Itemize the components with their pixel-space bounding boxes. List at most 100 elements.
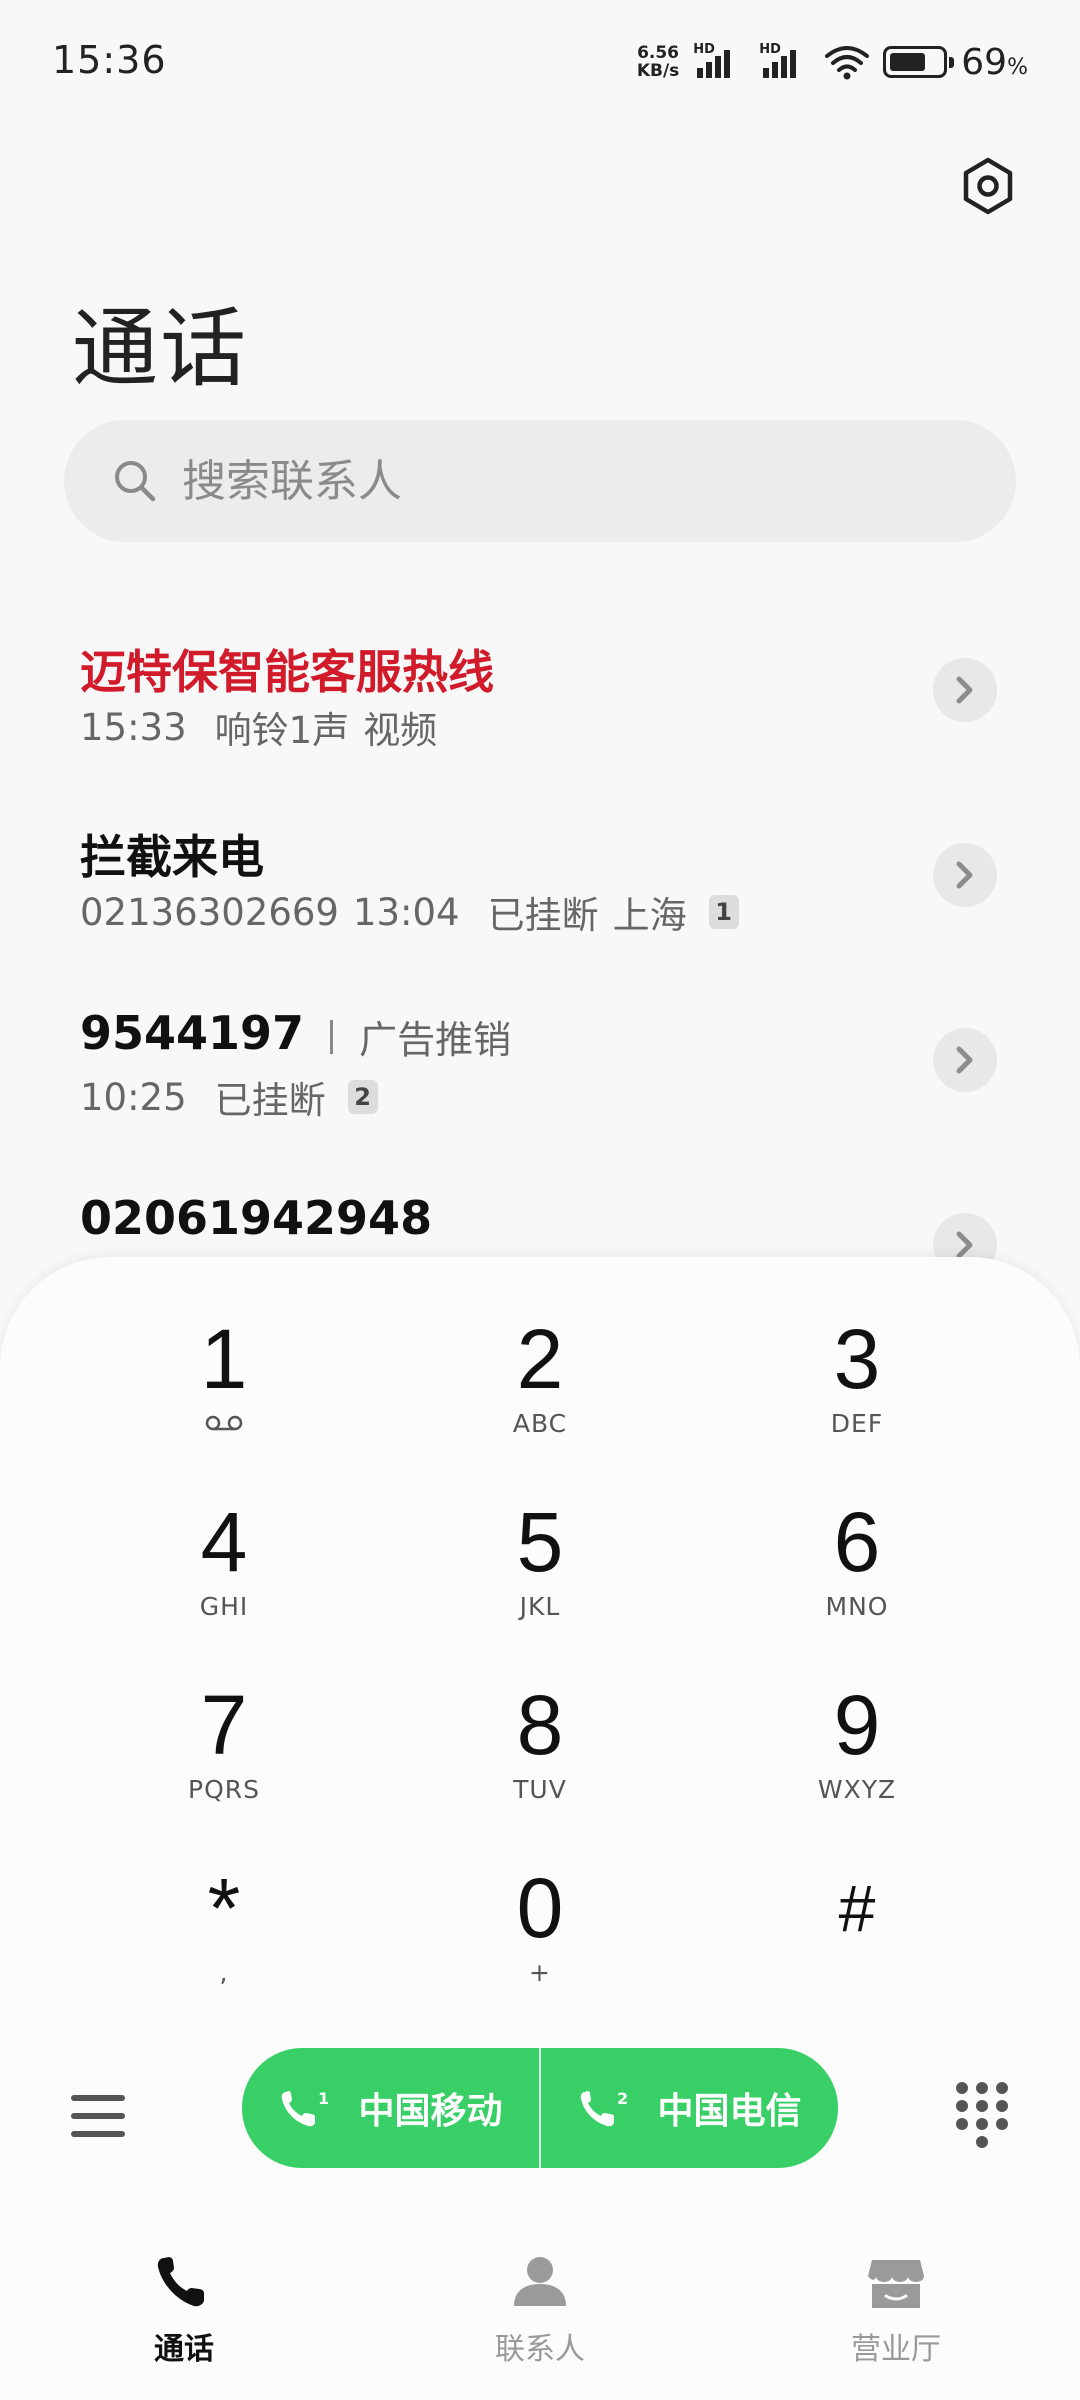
- call-time: 10:25: [80, 1075, 187, 1119]
- status-bar: 15:36 6.56 KB/s HD HD 69%: [0, 0, 1080, 120]
- key-digit: 7: [200, 1678, 248, 1772]
- signal-sim1-icon: HD: [693, 42, 745, 82]
- battery-percent: 69%: [961, 41, 1028, 83]
- chevron-right-icon: [956, 676, 973, 704]
- settings-button[interactable]: [950, 148, 1026, 224]
- key-digit: *: [207, 1861, 241, 1955]
- call-detail-button[interactable]: [933, 843, 997, 907]
- call-location: 上海: [612, 894, 687, 937]
- network-speed: 6.56 KB/s: [637, 44, 679, 80]
- dialpad-key-6[interactable]: 6 MNO: [707, 1468, 1007, 1621]
- call-log-list: 迈特保智能客服热线 15:33 响铃1声 视频 拦截来电 02136302669…: [0, 600, 1080, 1260]
- key-letters: ABC: [512, 1409, 568, 1438]
- key-letters: WXYZ: [817, 1775, 897, 1804]
- dialpad-key-star[interactable]: * ,: [74, 1834, 374, 1987]
- call-name: 迈特保智能客服热线: [80, 645, 494, 699]
- call-log-item[interactable]: 迈特保智能客服热线 15:33 响铃1声 视频: [0, 600, 1080, 785]
- dialpad-key-8[interactable]: 8 TUV: [390, 1651, 690, 1804]
- key-letters: JKL: [519, 1592, 561, 1621]
- dialpad-key-4[interactable]: 4 GHI: [74, 1468, 374, 1621]
- phone-sim1-icon: 1: [282, 2089, 330, 2127]
- key-letters: +: [529, 1958, 551, 1987]
- dialpad-key-hash[interactable]: #: [707, 1834, 1007, 1984]
- keypad-toggle-icon[interactable]: [954, 2080, 1010, 2150]
- call-status: 响铃1声: [214, 709, 350, 752]
- status-icons: 6.56 KB/s HD HD 69%: [637, 40, 1028, 84]
- nav-contacts[interactable]: 联系人: [440, 2250, 640, 2368]
- call-button-group: 1 中国移动 2 中国电信: [242, 2048, 838, 2168]
- call-count-badge: 1: [708, 895, 739, 929]
- sim1-label: 中国移动: [358, 2091, 503, 2132]
- dialpad-key-3[interactable]: 3 DEF: [707, 1285, 1007, 1438]
- signal-sim2-icon: HD: [759, 42, 811, 82]
- call-sim2-button[interactable]: 2 中国电信: [541, 2048, 838, 2168]
- dialpad-key-9[interactable]: 9 WXYZ: [707, 1651, 1007, 1804]
- key-letters: GHI: [199, 1592, 249, 1621]
- phone-icon: [157, 2257, 204, 2307]
- nav-store[interactable]: 营业厅: [796, 2250, 996, 2368]
- dialpad-key-5[interactable]: 5 JKL: [390, 1468, 690, 1621]
- call-name: 9544197: [80, 1006, 305, 1060]
- voicemail-icon: [205, 1415, 243, 1431]
- call-count-badge: 2: [347, 1080, 378, 1114]
- search-icon: [115, 461, 156, 502]
- chevron-right-icon: [956, 1231, 973, 1259]
- chevron-right-icon: [956, 1046, 973, 1074]
- battery-icon: [883, 46, 955, 78]
- nav-label: 联系人: [495, 2332, 585, 2367]
- key-digit: 5: [516, 1495, 564, 1589]
- key-digit: 8: [516, 1678, 564, 1772]
- call-status: 已挂断: [487, 894, 599, 937]
- search-bar[interactable]: [64, 420, 1016, 542]
- key-letters: MNO: [825, 1592, 889, 1621]
- call-log-item[interactable]: 拦截来电 02136302669 13:04 已挂断 上海 1: [0, 785, 1080, 970]
- svg-text:2: 2: [617, 2089, 628, 2108]
- key-digit: 3: [833, 1312, 881, 1406]
- key-digit: 2: [516, 1312, 564, 1406]
- person-icon: [514, 2257, 566, 2306]
- key-digit: 1: [200, 1312, 248, 1406]
- bottom-nav: 通话 联系人 营业厅: [0, 2230, 1080, 2400]
- call-type: 视频: [363, 709, 438, 752]
- call-details: 15:33 响铃1声 视频: [80, 700, 465, 754]
- network-speed-unit: KB/s: [636, 61, 680, 81]
- call-log-item[interactable]: 02061942948: [0, 1155, 1080, 1260]
- phone-sim2-icon: 2: [581, 2089, 629, 2127]
- dialpad-key-7[interactable]: 7 PQRS: [74, 1651, 374, 1804]
- dialpad-key-0[interactable]: 0 +: [390, 1834, 690, 1987]
- dialpad-key-1[interactable]: 1: [74, 1285, 374, 1435]
- call-detail-button[interactable]: [933, 1213, 997, 1260]
- call-time: 13:04: [352, 890, 460, 934]
- call-detail-button[interactable]: [933, 658, 997, 722]
- sim2-label: 中国电信: [657, 2091, 802, 2132]
- call-number: 02136302669: [80, 890, 339, 934]
- key-digit: 0: [516, 1861, 564, 1955]
- call-details: 02136302669 13:04 已挂断 上海 1: [80, 885, 739, 939]
- chevron-right-icon: [956, 861, 973, 889]
- key-letters: PQRS: [188, 1775, 260, 1804]
- svg-text:1: 1: [318, 2089, 329, 2108]
- call-name-row: 9544197 广告推销: [80, 1006, 511, 1064]
- key-letters: DEF: [830, 1409, 884, 1438]
- call-detail-button[interactable]: [933, 1028, 997, 1092]
- store-icon: [868, 2260, 924, 2308]
- key-digit: 9: [833, 1678, 881, 1772]
- nav-calls[interactable]: 通话: [84, 2250, 284, 2368]
- menu-icon[interactable]: [68, 2086, 128, 2146]
- key-letters: [707, 1958, 1007, 1988]
- nav-label: 营业厅: [851, 2332, 941, 2367]
- call-log-item[interactable]: 9544197 广告推销 10:25 已挂断 2: [0, 970, 1080, 1155]
- key-digit: 4: [200, 1495, 248, 1589]
- tag-separator: [330, 1019, 334, 1054]
- call-sim1-button[interactable]: 1 中国移动: [242, 2048, 539, 2168]
- nav-label: 通话: [154, 2332, 214, 2367]
- call-status: 已挂断: [214, 1079, 326, 1122]
- key-letters: TUV: [513, 1775, 567, 1804]
- call-time: 15:33: [80, 705, 187, 749]
- dialpad-key-2[interactable]: 2 ABC: [390, 1285, 690, 1438]
- search-input[interactable]: [182, 455, 942, 507]
- key-digit: 6: [833, 1495, 881, 1589]
- call-tag: 广告推销: [359, 1018, 512, 1062]
- network-speed-value: 6.56: [637, 43, 680, 63]
- page-title: 通话: [72, 299, 248, 399]
